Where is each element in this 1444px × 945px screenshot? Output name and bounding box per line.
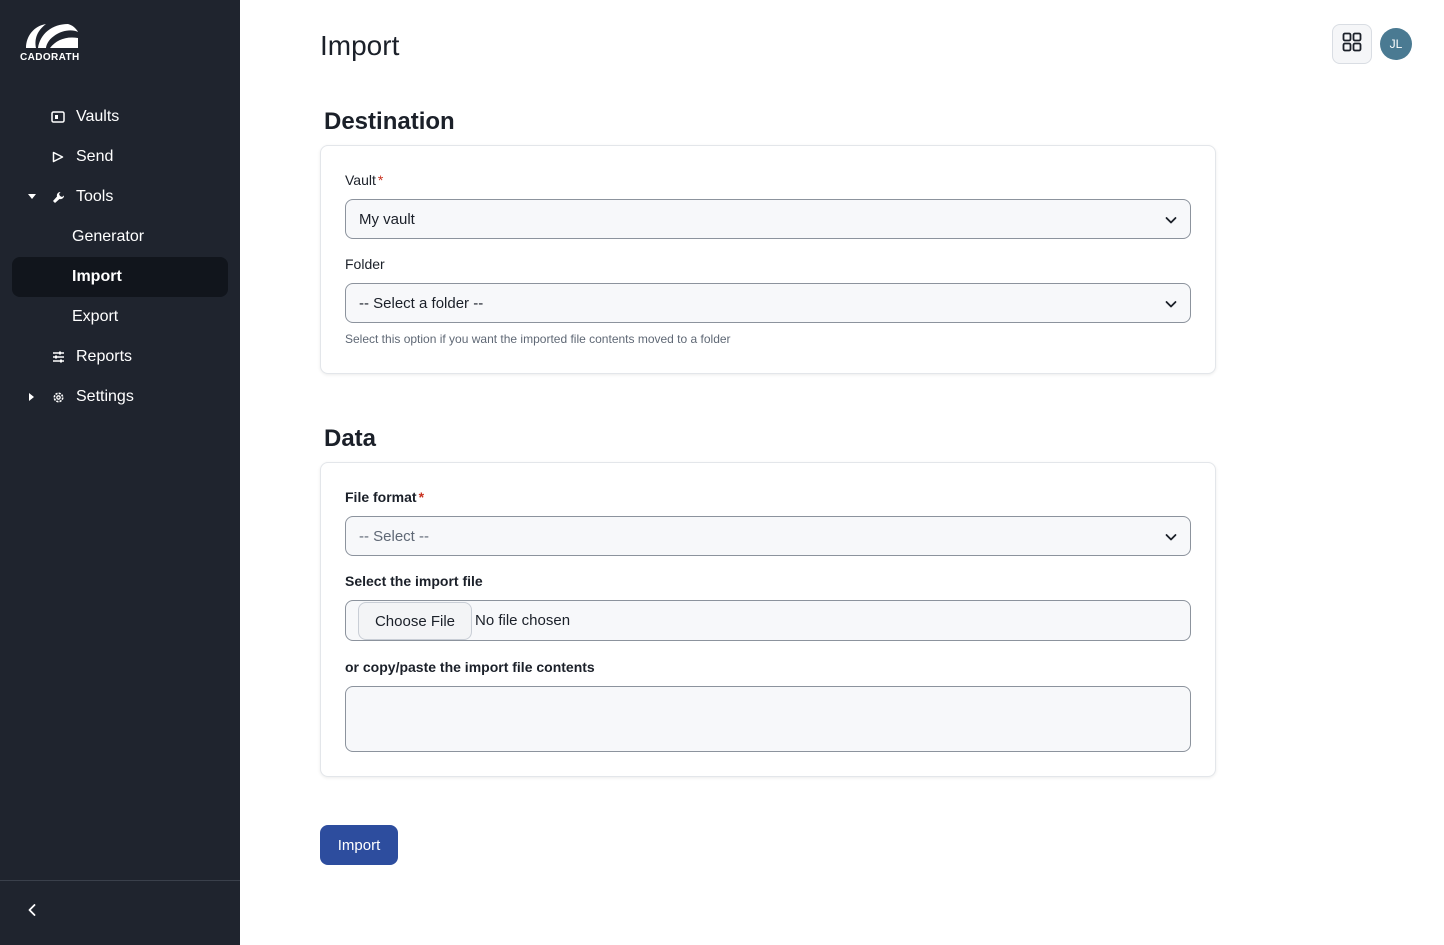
sidebar-item-send[interactable]: Send — [12, 137, 228, 177]
collapse-sidebar-button[interactable] — [20, 900, 44, 924]
sidebar-item-export[interactable]: Export — [12, 297, 228, 337]
destination-section-title: Destination — [324, 108, 455, 135]
vault-label-text: Vault — [345, 172, 376, 188]
sidebar-item-label: Tools — [76, 188, 114, 205]
sidebar-item-label: Reports — [76, 348, 133, 365]
folder-select-value: -- Select a folder -- — [359, 295, 484, 312]
sidebar-item-vaults[interactable]: Vaults — [12, 97, 228, 137]
sidebar-item-label: Import — [72, 268, 122, 285]
sliders-icon — [50, 349, 66, 365]
caret-down-icon — [26, 191, 38, 203]
import-button[interactable]: Import — [320, 825, 398, 865]
sidebar-item-reports[interactable]: Reports — [12, 337, 228, 377]
data-section-title: Data — [324, 425, 377, 452]
file-format-select[interactable]: -- Select -- — [345, 516, 1191, 556]
folder-select[interactable]: -- Select a folder -- — [345, 283, 1191, 323]
import-contents-textarea[interactable] — [345, 686, 1191, 752]
logo-icon — [26, 24, 78, 48]
product-switcher-button[interactable] — [1332, 24, 1372, 64]
chevron-down-icon — [1164, 530, 1178, 544]
chevron-down-icon — [1164, 213, 1178, 227]
folder-label: Folder — [345, 256, 385, 272]
vault-select[interactable]: My vault — [345, 199, 1191, 239]
choose-file-button[interactable]: Choose File — [358, 602, 472, 640]
file-status: No file chosen — [475, 612, 571, 629]
file-format-label-text: File format — [345, 489, 417, 505]
file-format-select-value: -- Select -- — [359, 528, 430, 545]
gear-icon — [50, 389, 66, 405]
caret-right-icon — [26, 391, 38, 403]
folder-hint: Select this option if you want the impor… — [345, 332, 731, 346]
sidebar-item-label: Vaults — [76, 108, 120, 125]
avatar[interactable]: JL — [1380, 28, 1412, 60]
sidebar-item-import[interactable]: Import — [12, 257, 228, 297]
sidebar-item-tools[interactable]: Tools — [12, 177, 228, 217]
sidebar: CADORATH Vaults Send Tools Generator Imp… — [0, 0, 240, 945]
import-file-input[interactable]: Choose File No file chosen — [345, 600, 1191, 641]
brand-logo[interactable]: CADORATH — [20, 20, 82, 64]
sidebar-item-label: Export — [72, 308, 119, 325]
required-mark: * — [377, 172, 384, 188]
chevron-down-icon — [1164, 297, 1178, 311]
paste-contents-label: or copy/paste the import file contents — [345, 659, 595, 675]
wrench-icon — [50, 189, 66, 205]
vault-select-value: My vault — [359, 211, 415, 228]
sidebar-item-label: Settings — [76, 388, 134, 405]
brand-name: CADORATH — [20, 52, 80, 63]
sidebar-item-label: Send — [76, 148, 114, 165]
grid-icon — [1342, 32, 1362, 57]
import-file-label: Select the import file — [345, 573, 483, 589]
send-icon — [50, 149, 66, 165]
sidebar-item-settings[interactable]: Settings — [12, 377, 228, 417]
file-format-label: File format * — [345, 489, 424, 505]
chevron-left-icon — [28, 903, 36, 921]
page-title: Import — [320, 30, 400, 61]
vault-label: Vault * — [345, 172, 383, 188]
sidebar-item-generator[interactable]: Generator — [12, 217, 228, 257]
required-mark: * — [418, 489, 425, 505]
sidebar-divider — [0, 880, 240, 881]
sidebar-item-label: Generator — [72, 228, 145, 245]
vault-icon — [50, 109, 66, 125]
